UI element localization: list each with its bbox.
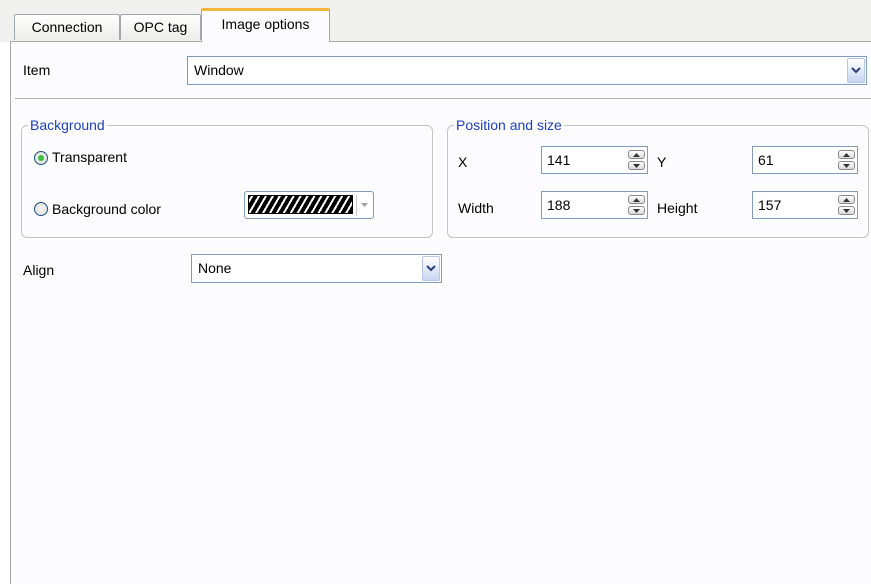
width-label: Width bbox=[458, 200, 494, 216]
radio-selected-dot bbox=[38, 155, 44, 161]
background-color-label[interactable]: Background color bbox=[52, 201, 161, 217]
width-value: 188 bbox=[547, 197, 571, 213]
image-options-panel: Item Window Background Transparent Backg… bbox=[10, 42, 871, 584]
tab-image-options[interactable]: Image options bbox=[201, 8, 330, 42]
tab-strip: Connection OPC tag Image options bbox=[0, 0, 871, 42]
align-combobox[interactable]: None bbox=[191, 254, 442, 283]
x-spinner-arrows[interactable] bbox=[628, 150, 645, 170]
align-combobox-value: None bbox=[198, 260, 232, 276]
height-spinner[interactable]: 157 bbox=[752, 191, 858, 219]
spin-up-icon[interactable] bbox=[838, 150, 855, 159]
position-size-group-title: Position and size bbox=[454, 116, 564, 134]
item-combobox-value: Window bbox=[194, 62, 244, 78]
chevron-down-icon[interactable] bbox=[422, 256, 440, 281]
x-spinner[interactable]: 141 bbox=[541, 146, 648, 174]
spin-down-icon[interactable] bbox=[628, 206, 645, 215]
x-label: X bbox=[458, 154, 468, 170]
separator-line bbox=[15, 98, 871, 99]
tab-opc-tag[interactable]: OPC tag bbox=[120, 14, 201, 40]
height-label: Height bbox=[657, 200, 698, 216]
x-value: 141 bbox=[547, 152, 571, 168]
width-spinner[interactable]: 188 bbox=[541, 191, 648, 219]
background-group: Background Transparent Background color bbox=[21, 116, 433, 238]
y-spinner[interactable]: 61 bbox=[752, 146, 858, 174]
chevron-down-icon[interactable] bbox=[847, 58, 865, 83]
transparent-label[interactable]: Transparent bbox=[52, 149, 127, 165]
chevron-down-icon[interactable] bbox=[356, 195, 371, 216]
item-combobox[interactable]: Window bbox=[187, 56, 867, 85]
background-color-radio[interactable] bbox=[34, 202, 48, 216]
width-spinner-arrows[interactable] bbox=[628, 195, 645, 215]
height-value: 157 bbox=[758, 197, 782, 213]
spin-down-icon[interactable] bbox=[628, 161, 645, 170]
spin-down-icon[interactable] bbox=[838, 161, 855, 170]
spin-down-icon[interactable] bbox=[838, 206, 855, 215]
spin-up-icon[interactable] bbox=[628, 195, 645, 204]
position-size-group: Position and size X 141 Y 61 Width 188 H… bbox=[447, 116, 869, 238]
spin-up-icon[interactable] bbox=[838, 195, 855, 204]
y-value: 61 bbox=[758, 152, 774, 168]
transparent-radio[interactable] bbox=[34, 151, 48, 165]
align-label: Align bbox=[23, 262, 55, 278]
tab-connection[interactable]: Connection bbox=[14, 14, 120, 40]
item-label: Item bbox=[23, 62, 51, 78]
y-label: Y bbox=[657, 154, 667, 170]
y-spinner-arrows[interactable] bbox=[838, 150, 855, 170]
color-swatch bbox=[248, 195, 353, 214]
background-group-title: Background bbox=[28, 116, 107, 134]
height-spinner-arrows[interactable] bbox=[838, 195, 855, 215]
spin-up-icon[interactable] bbox=[628, 150, 645, 159]
background-color-picker[interactable] bbox=[244, 191, 374, 219]
